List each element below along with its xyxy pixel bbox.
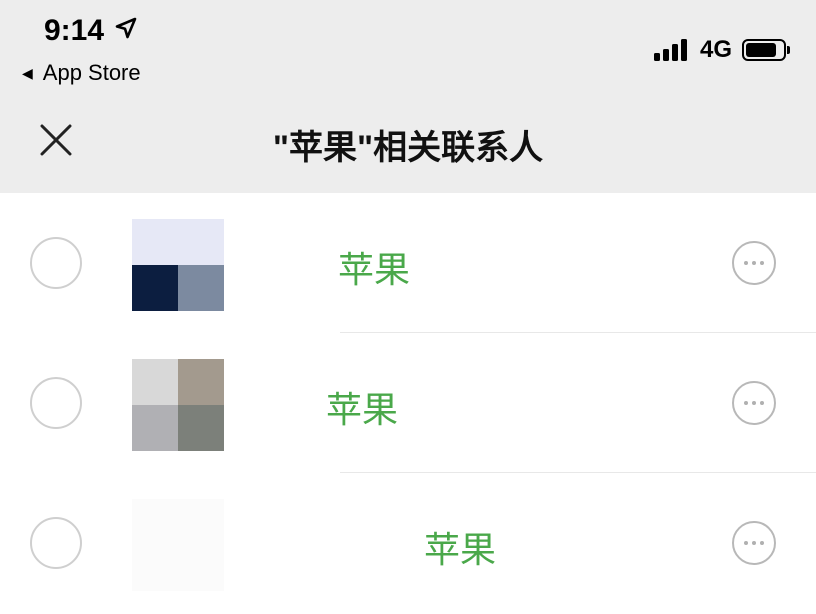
- page-title: "苹果"相关联系人: [272, 129, 544, 167]
- avatar-tile: [178, 499, 224, 545]
- contact-list: 苹果 苹果 苹果: [0, 193, 816, 613]
- contact-name[interactable]: 苹果: [338, 241, 410, 293]
- avatar[interactable]: [132, 219, 224, 311]
- avatar-tile: [178, 405, 224, 451]
- more-button[interactable]: [732, 241, 776, 285]
- back-app-label: App Store: [42, 60, 141, 85]
- avatar-tile: [132, 219, 178, 265]
- avatar-tile: [132, 499, 178, 545]
- avatar-tile: [132, 265, 178, 311]
- avatar-tile: [132, 405, 178, 451]
- contact-name[interactable]: 苹果: [326, 381, 398, 433]
- select-radio[interactable]: [30, 377, 82, 429]
- avatar[interactable]: [132, 499, 224, 591]
- more-icon: [744, 401, 764, 405]
- more-icon: [744, 261, 764, 265]
- avatar-tile: [178, 219, 224, 265]
- avatar-tile: [132, 545, 178, 591]
- select-radio[interactable]: [30, 517, 82, 569]
- contact-row[interactable]: 苹果: [0, 333, 816, 473]
- more-button[interactable]: [732, 381, 776, 425]
- avatar-tile: [178, 265, 224, 311]
- avatar-tile: [178, 359, 224, 405]
- avatar-tile: [178, 545, 224, 591]
- status-time: 9:14: [44, 14, 138, 48]
- signal-icon: [653, 39, 690, 61]
- battery-icon: [742, 39, 790, 61]
- select-radio[interactable]: [30, 237, 82, 289]
- status-indicators: 4G: [653, 36, 790, 64]
- back-triangle-icon: ◀: [22, 64, 33, 81]
- contact-name[interactable]: 苹果: [424, 521, 496, 573]
- header: 9:14 ◀ App Store 4G "苹果"相关联系人: [0, 0, 816, 193]
- back-to-app-store[interactable]: ◀ App Store: [22, 60, 141, 86]
- time-label: 9:14: [44, 14, 105, 47]
- more-icon: [744, 541, 764, 545]
- contact-row[interactable]: 苹果: [0, 193, 816, 333]
- network-label: 4G: [699, 36, 732, 63]
- location-arrow-icon: [114, 14, 138, 48]
- avatar[interactable]: [132, 359, 224, 451]
- avatar-tile: [132, 359, 178, 405]
- contact-row[interactable]: 苹果: [0, 473, 816, 613]
- more-button[interactable]: [732, 521, 776, 565]
